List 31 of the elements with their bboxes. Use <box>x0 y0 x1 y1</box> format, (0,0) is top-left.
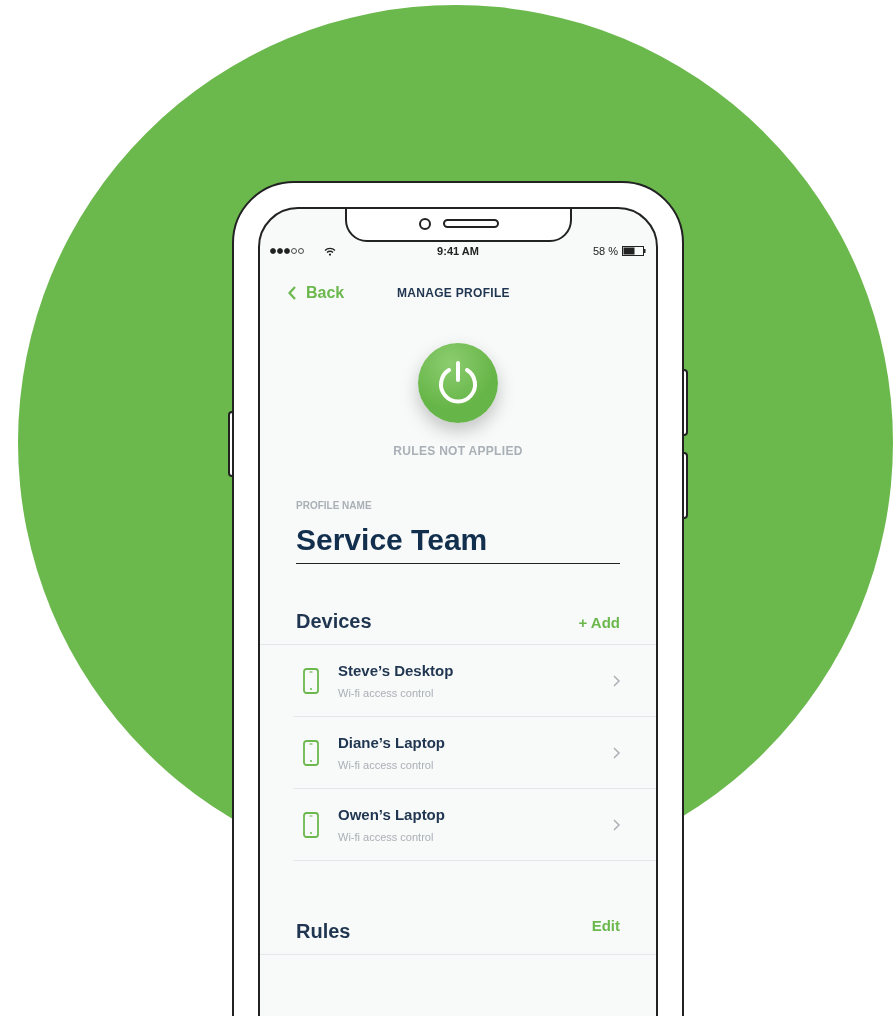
device-name: Owen’s Laptop <box>338 805 446 825</box>
device-name: Diane’s Laptop <box>338 733 446 753</box>
section-heading: Devices <box>296 609 372 634</box>
device-row[interactable]: Steve’s Desktop Wi-fi access control <box>293 645 656 717</box>
battery-percent: 58 % <box>592 243 618 259</box>
device-row[interactable]: Owen’s Laptop Wi-fi access control <box>293 789 656 861</box>
battery-icon <box>622 246 646 256</box>
device-name: Steve’s Desktop <box>338 661 455 681</box>
field-label: PROFILE NAME <box>296 499 373 513</box>
phone-icon <box>303 667 319 694</box>
device-subtitle: Wi-fi access control <box>338 829 435 845</box>
device-subtitle: Wi-fi access control <box>338 685 435 701</box>
power-button[interactable] <box>418 343 498 423</box>
section-heading: Rules <box>296 918 351 944</box>
chevron-right-icon <box>613 818 620 831</box>
screen-title: MANAGE PROFILE <box>397 285 510 302</box>
profile-name-field[interactable]: Service Team <box>296 521 620 564</box>
chevron-right-icon <box>613 674 620 687</box>
phone-icon <box>303 811 319 838</box>
camera-icon <box>418 217 431 230</box>
chevron-left-icon <box>288 286 296 300</box>
phone-icon <box>303 739 319 766</box>
power-icon <box>436 360 480 406</box>
device-row[interactable]: Diane’s Laptop Wi-fi access control <box>293 717 656 789</box>
speaker-icon <box>442 219 499 228</box>
chevron-right-icon <box>613 746 620 759</box>
power-status: RULES NOT APPLIED <box>393 443 523 460</box>
device-subtitle: Wi-fi access control <box>338 757 435 773</box>
status-time: 9:41 AM <box>437 243 479 259</box>
wifi-icon <box>324 246 336 256</box>
signal-icon <box>270 248 304 254</box>
